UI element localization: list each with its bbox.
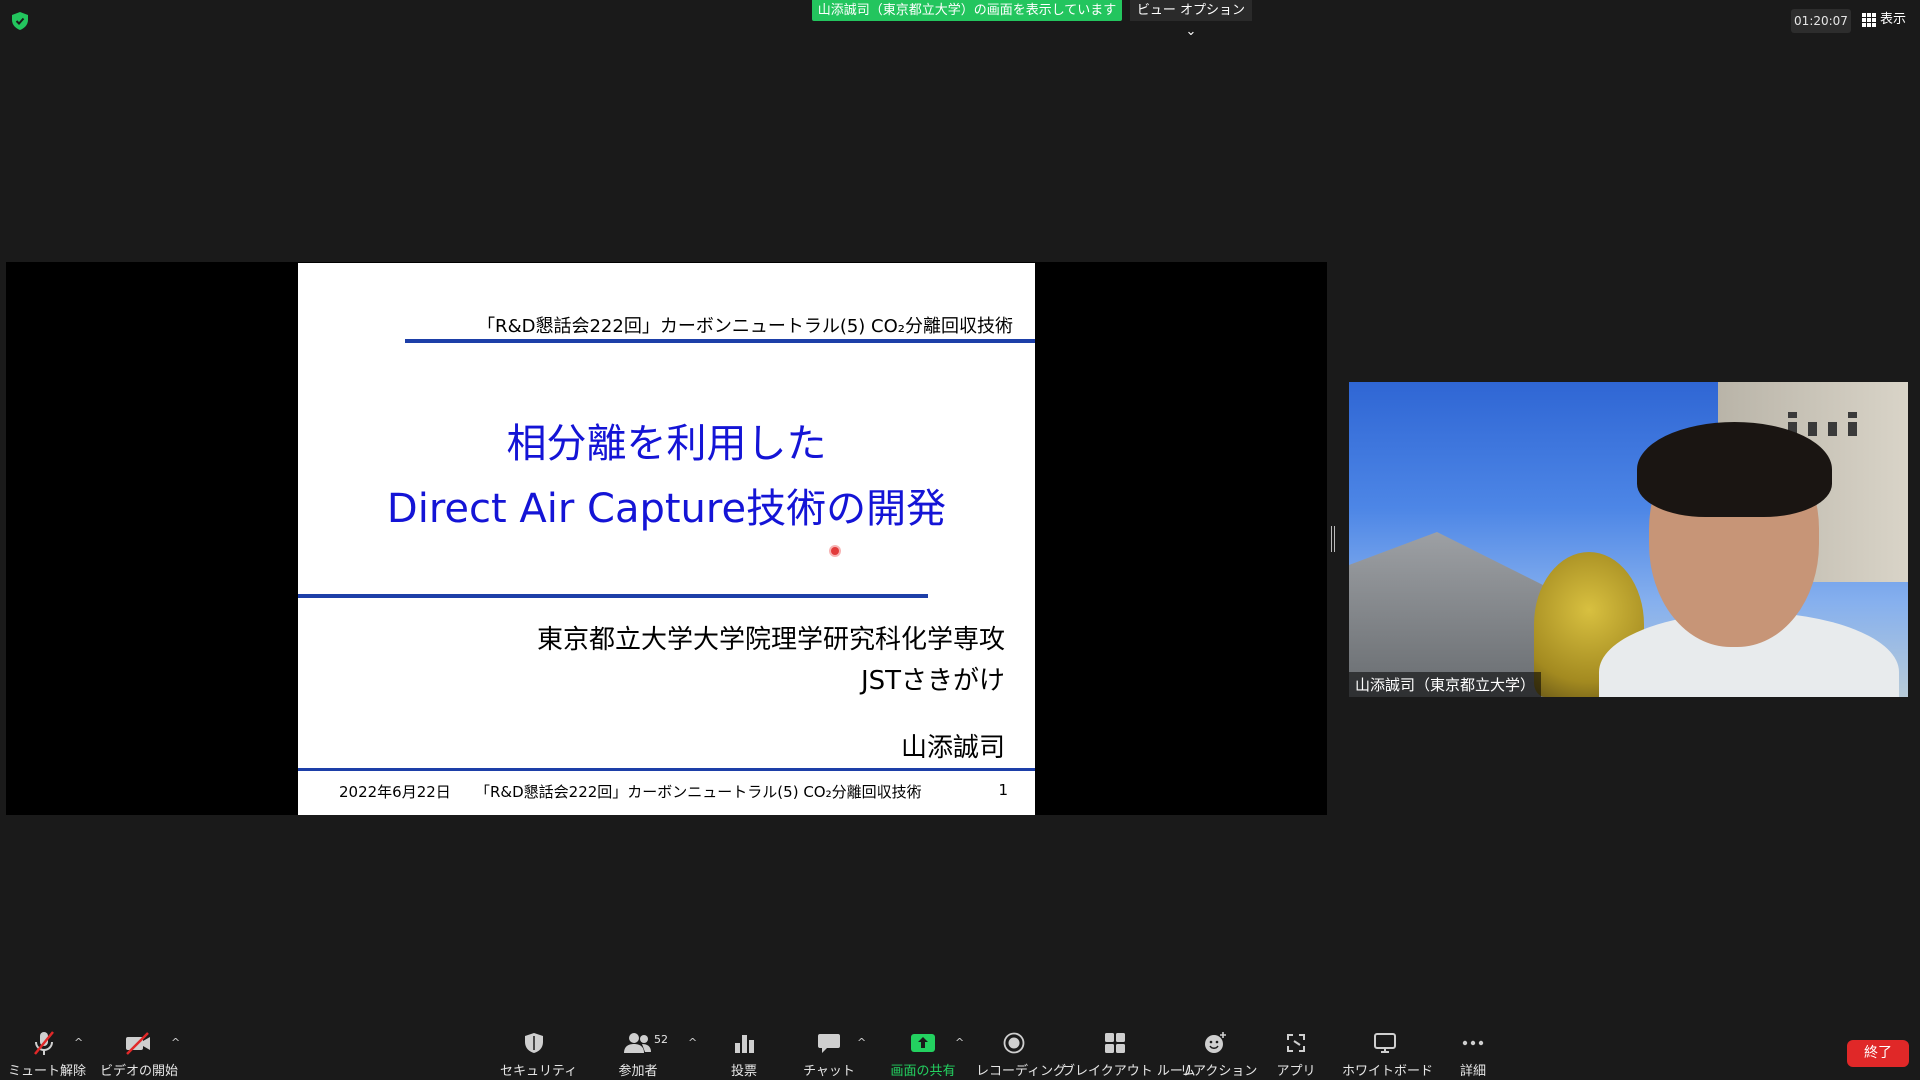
meeting-timer: 01:20:07 [1791,9,1851,33]
display-layout-button[interactable]: 表示 [1862,10,1912,30]
panel-resize-handle[interactable] [1331,526,1335,552]
security-shield-icon [12,12,28,30]
slide-affiliation: 東京都立大学大学院理学研究科化学専攻 [536,625,1005,655]
apps-label: アプリ [1276,1064,1316,1079]
participants-icon [624,1033,651,1053]
reactions-label: リアクション [1180,1064,1258,1079]
apps-icon [1287,1034,1305,1052]
polls-label: 投票 [730,1064,757,1079]
more-button[interactable]: 詳細 [1456,1030,1490,1079]
participant-name-label: 山添誠司（東京都立大学） [1349,672,1542,697]
share-screen-button[interactable]: 画面の共有 [886,1030,960,1079]
shield-icon [525,1033,543,1053]
screen-share-banner: 山添誠司（東京都立大学）の画面を表示しています [812,0,1122,21]
apps-button[interactable]: アプリ [1275,1030,1317,1079]
chat-options-caret[interactable]: ^ [857,1036,866,1049]
slide-title-line1: 相分離を利用した [506,421,827,467]
share-screen-label: 画面の共有 [890,1064,956,1079]
participants-options-caret[interactable]: ^ [688,1036,697,1049]
mute-button[interactable]: ミュート解除 [8,1030,87,1079]
header-divider [405,339,1035,343]
breakout-rooms-icon [1105,1033,1125,1053]
participants-label: 参加者 [618,1064,658,1079]
microphone-muted-icon [34,1031,54,1055]
start-video-label: ビデオの開始 [100,1064,179,1079]
polls-button[interactable]: 投票 [716,1030,772,1079]
record-label: レコーディング [976,1064,1067,1079]
whiteboard-label: ホワイトボード [1342,1064,1434,1079]
presentation-slide: 「R&D懇話会222回」カーボンニュートラル(5) CO₂分離回収技術 相分離を… [298,263,1035,815]
chat-button[interactable]: チャット [800,1030,858,1079]
video-camera-off-icon [126,1032,150,1055]
end-meeting-button[interactable]: 終了 [1847,1040,1909,1067]
reactions-button[interactable]: リアクション [1180,1030,1258,1079]
footer-divider [298,768,1035,771]
chat-label: チャット [803,1064,855,1079]
slide-affiliation-2: JSTさきがけ [860,666,1005,696]
share-options-caret[interactable]: ^ [955,1036,964,1049]
middle-divider [298,594,928,598]
slide-title-line2: Direct Air Capture技術の開発 [386,486,947,532]
slide-page-number: 1 [998,781,1008,799]
start-video-button[interactable]: ビデオの開始 [100,1030,179,1079]
slide-presenter-name: 山添誠司 [900,733,1005,763]
whiteboard-button[interactable]: ホワイトボード [1342,1030,1434,1079]
participant-hair [1637,422,1832,517]
laser-pointer [831,547,839,555]
mute-label: ミュート解除 [8,1064,87,1079]
breakout-rooms-label: ブレイクアウト ルーム [1062,1064,1196,1079]
participants-count-badge: 52 [654,1033,668,1046]
display-label: 表示 [1880,12,1907,27]
more-dots-icon [1462,1040,1484,1046]
slide-footer-title: 「R&D懇話会222回」カーボンニュートラル(5) CO₂分離回収技術 [475,783,922,801]
view-options-button[interactable]: ビュー オプション ⌄ [1130,0,1252,39]
record-icon [1003,1032,1025,1054]
security-button[interactable]: セキュリティ [500,1030,578,1079]
share-screen-icon [911,1034,935,1052]
security-label: セキュリティ [500,1064,578,1079]
chat-bubble-icon [818,1034,840,1053]
record-button[interactable]: レコーディング [976,1030,1067,1079]
participant-video[interactable]: 山添誠司（東京都立大学） [1349,382,1908,697]
slide-header: 「R&D懇話会222回」カーボンニュートラル(5) CO₂分離回収技術 [477,316,1013,337]
breakout-rooms-button[interactable]: ブレイクアウト ルーム [1062,1030,1196,1079]
smiley-icon [1205,1032,1226,1053]
more-label: 詳細 [1459,1064,1486,1079]
bar-chart-icon [735,1035,754,1053]
whiteboard-icon [1374,1033,1396,1053]
slide-footer-date: 2022年6月22日 [339,783,451,801]
audio-options-caret[interactable]: ^ [74,1036,83,1049]
grid-icon [1862,13,1876,27]
video-options-caret[interactable]: ^ [171,1036,180,1049]
